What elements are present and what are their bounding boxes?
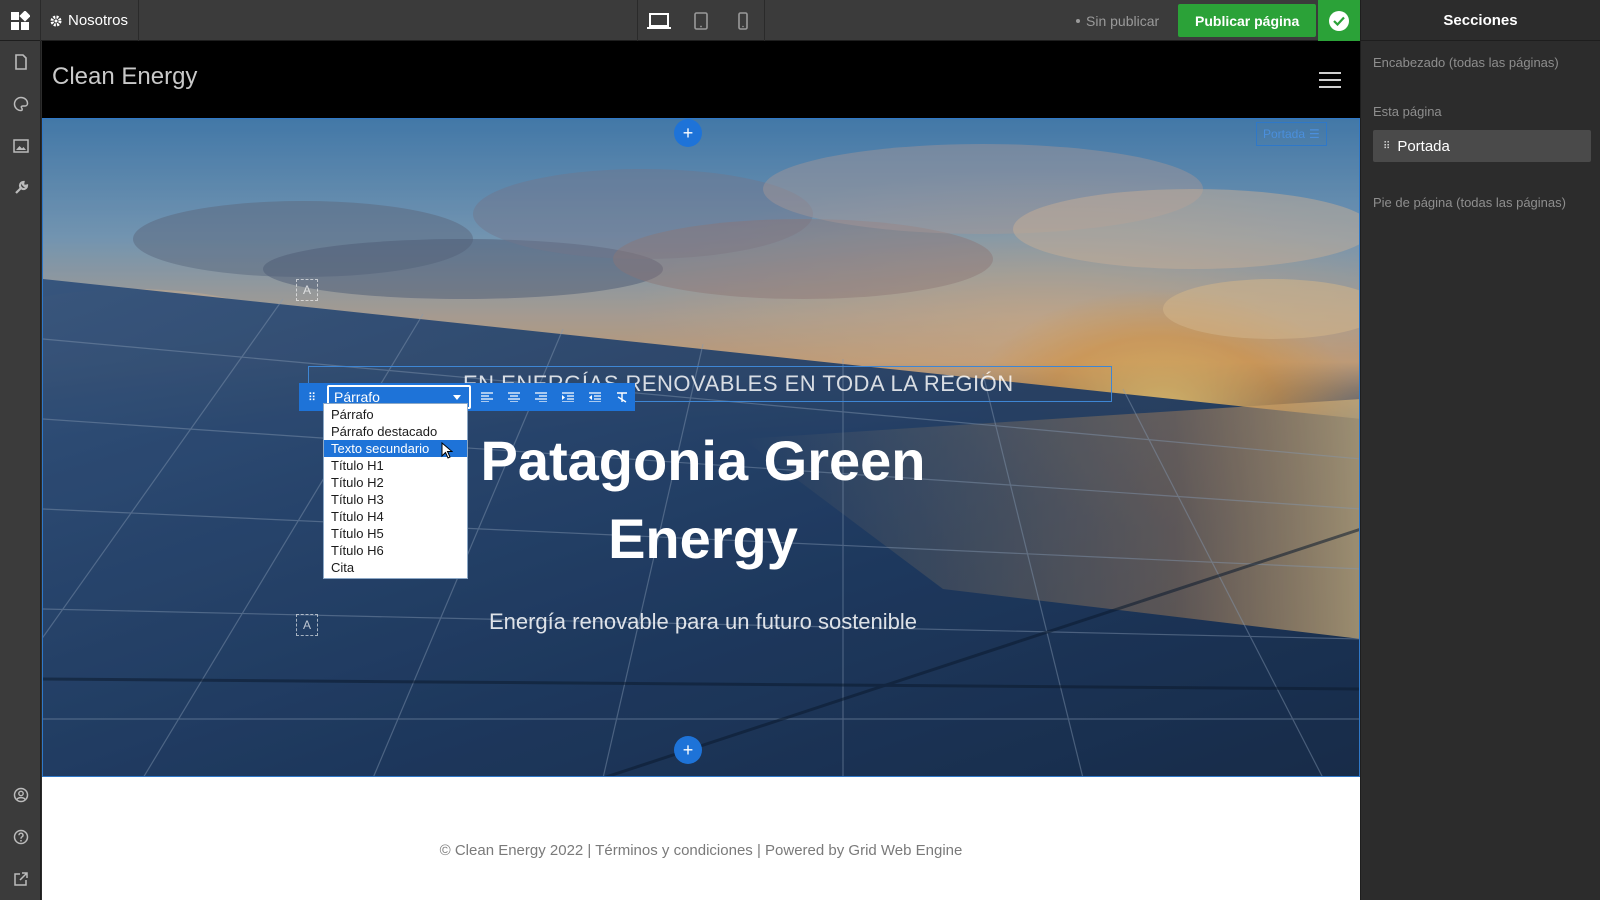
align-right-icon[interactable] — [527, 383, 554, 411]
section-item-portada[interactable]: ⠿ Portada — [1373, 130, 1591, 162]
chevron-down-icon — [453, 394, 461, 400]
style-option[interactable]: Cita — [324, 559, 467, 576]
settings-sliders-icon: ☰ — [1309, 127, 1320, 141]
site-menu-label: Nosotros — [68, 12, 129, 29]
hero-section[interactable]: + + Portada ☰ A A EN ENERGÍAS RENOVABLES… — [42, 118, 1360, 777]
add-section-bottom-button[interactable]: + — [674, 736, 702, 764]
text-block-handle-icon[interactable]: A — [296, 279, 318, 301]
text-block-handle-icon[interactable]: A — [296, 614, 318, 636]
outdent-icon[interactable] — [581, 383, 608, 411]
section-tag-label: Portada — [1263, 127, 1306, 141]
section-tag[interactable]: Portada ☰ — [1256, 122, 1327, 146]
header-sections-label[interactable]: Encabezado (todas las páginas) — [1373, 55, 1559, 70]
site-header[interactable]: Clean Energy — [42, 41, 1360, 118]
desktop-icon[interactable] — [638, 0, 680, 41]
footer-sections-label[interactable]: Pie de página (todas las páginas) — [1373, 195, 1566, 210]
mobile-icon[interactable] — [722, 0, 764, 41]
device-switcher — [637, 0, 765, 41]
section-item-label: Portada — [1397, 137, 1450, 155]
account-icon[interactable] — [0, 774, 41, 816]
site-menu-button[interactable]: Nosotros — [42, 0, 140, 41]
site-footer-text[interactable]: © Clean Energy 2022 | Términos y condici… — [42, 842, 1360, 859]
indent-icon[interactable] — [554, 383, 581, 411]
page-icon[interactable] — [0, 41, 41, 83]
tablet-icon[interactable] — [680, 0, 722, 41]
text-style-dropdown: Párrafo Párrafo destacado Texto secundar… — [323, 403, 468, 579]
hero-subtitle[interactable]: Energía renovable para un futuro sosteni… — [403, 609, 1003, 635]
site-name[interactable]: Clean Energy — [52, 63, 197, 91]
left-toolbar — [0, 41, 41, 900]
palette-icon[interactable] — [0, 83, 41, 125]
help-icon[interactable] — [0, 816, 41, 858]
mouse-cursor-icon — [441, 442, 453, 459]
grid-logo-icon[interactable] — [0, 0, 41, 41]
hamburger-menu-icon[interactable] — [1319, 72, 1341, 93]
publish-page-button[interactable]: Publicar página — [1178, 4, 1317, 37]
external-link-icon[interactable] — [0, 858, 41, 900]
publish-options-button[interactable] — [1318, 0, 1360, 41]
sections-panel: Secciones Encabezado (todas las páginas)… — [1360, 0, 1600, 900]
status-dot — [1076, 18, 1080, 23]
align-left-icon[interactable] — [473, 383, 500, 411]
publish-status: Sin publicar — [1076, 0, 1159, 41]
style-option[interactable]: Título H6 — [324, 542, 467, 559]
status-text: Sin publicar — [1086, 12, 1160, 29]
this-page-label: Esta página — [1373, 104, 1442, 119]
style-option[interactable]: Título H5 — [324, 525, 467, 542]
page-canvas: Clean Energy + + Portada ☰ A A EN ENERGÍ… — [42, 41, 1360, 900]
style-option[interactable]: Párrafo — [324, 406, 467, 423]
style-option[interactable]: Título H2 — [324, 474, 467, 491]
toolbar-drag-handle-icon[interactable]: ⠿ — [299, 383, 325, 411]
align-center-icon[interactable] — [500, 383, 527, 411]
style-option[interactable]: Título H3 — [324, 491, 467, 508]
style-option[interactable]: Título H4 — [324, 508, 467, 525]
sections-panel-title: Secciones — [1361, 0, 1600, 41]
gear-icon — [50, 15, 62, 26]
clear-format-icon[interactable] — [608, 383, 635, 411]
hero-title[interactable]: Patagonia Green Energy — [403, 422, 1003, 578]
style-option[interactable]: Párrafo destacado — [324, 423, 467, 440]
check-icon — [1329, 10, 1349, 31]
image-icon[interactable] — [0, 125, 41, 167]
drag-handle-icon[interactable]: ⠿ — [1383, 141, 1390, 152]
wrench-icon[interactable] — [0, 167, 41, 209]
add-section-top-button[interactable]: + — [674, 119, 702, 147]
top-bar: Nosotros Sin publicar Publicar página — [0, 0, 1360, 41]
